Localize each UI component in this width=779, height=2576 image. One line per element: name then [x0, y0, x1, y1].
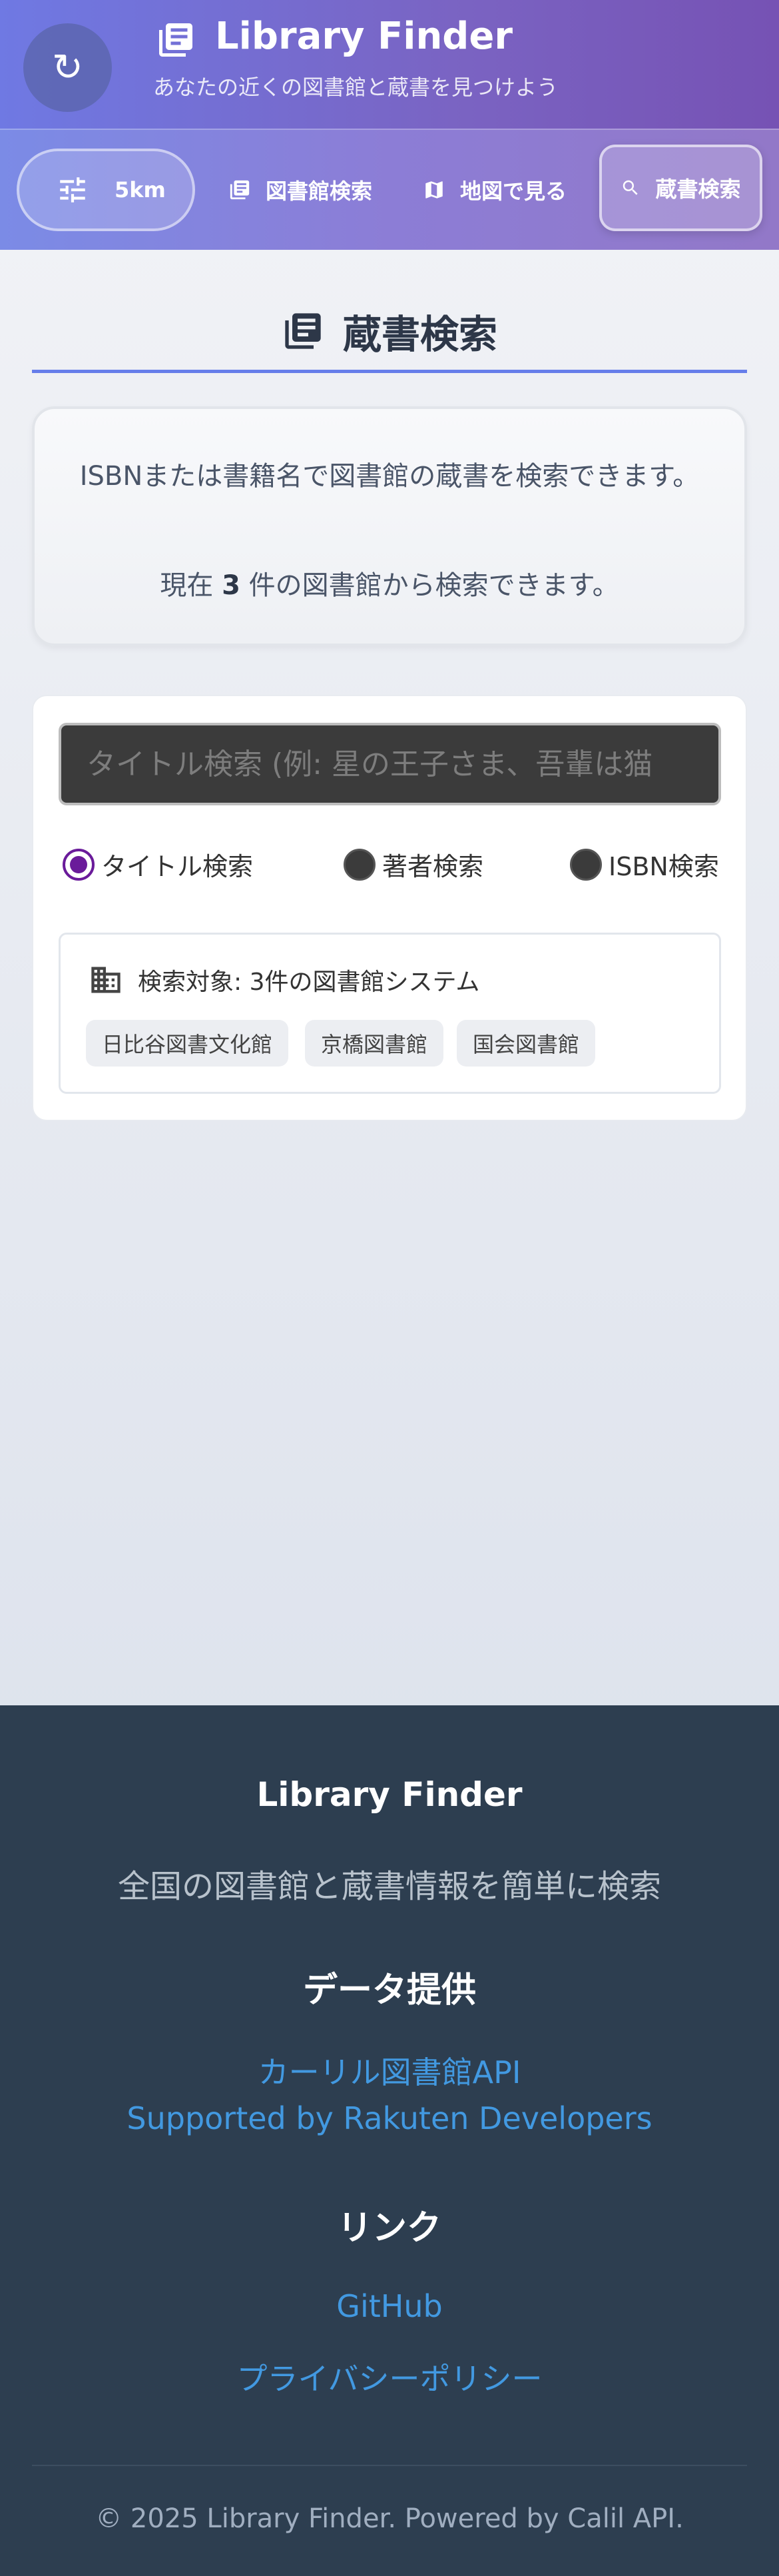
radio-label: ISBN検索 [609, 852, 719, 881]
library-count-text: 現在 3 件の図書館から検索できます。 [35, 564, 744, 602]
tune-icon [60, 177, 85, 203]
section-title: 蔵書検索 [0, 303, 779, 359]
footer-title: Library Finder [256, 1775, 523, 1814]
search-target-box: 検索対象: 3件の図書館システム 日比谷図書文化館 京橋図書館 国会図書館 [59, 933, 721, 1094]
library-books-icon [285, 313, 321, 349]
calil-api-link[interactable]: カーリル図書館API [0, 2048, 779, 2092]
section-title-text: 蔵書検索 [342, 312, 497, 357]
radio-author-search[interactable]: 著者検索 [344, 846, 483, 883]
search-target-label: 検索対象: 3件の図書館システム [138, 969, 480, 996]
radio-isbn-search[interactable]: ISBN検索 [570, 846, 719, 883]
nav-bar: 5km 図書館検索 地図で見る 蔵書検索 [0, 129, 779, 250]
radio-label: タイトル検索 [101, 852, 254, 881]
footer-data-heading: データ提供 [302, 1970, 476, 2010]
library-chip: 国会図書館 [457, 1020, 596, 1067]
search-card: タイトル検索 著者検索 ISBN検索 検索対象: 3件の図書館システム 日比谷図… [32, 695, 747, 1121]
github-link[interactable]: GitHub [0, 2288, 779, 2324]
count-suffix: 件の図書館から検索できます。 [240, 570, 619, 601]
app-subtitle: あなたの近くの図書館と蔵書を見つけよう [153, 75, 559, 100]
nav-book-search[interactable]: 蔵書検索 [599, 145, 762, 231]
copyright: © 2025 Library Finder. Powered by Calil … [95, 2503, 684, 2534]
privacy-policy-link[interactable]: プライバシーポリシー [0, 2355, 779, 2399]
building-icon [91, 967, 121, 993]
radio-title-search[interactable]: タイトル検索 [63, 846, 253, 883]
footer-divider [32, 2465, 747, 2466]
search-radius-value: 5km [115, 177, 166, 203]
nav-map-view[interactable]: 地図で見る [423, 149, 567, 231]
book-search-input[interactable] [59, 723, 721, 805]
count-prefix: 現在 [160, 570, 222, 601]
title-divider [32, 370, 747, 373]
nav-library-search[interactable]: 図書館検索 [228, 149, 372, 231]
footer-description: 全国の図書館と蔵書情報を簡単に検索 [117, 1868, 661, 1905]
nav-library-search-label: 図書館検索 [266, 179, 373, 204]
app-header: ↻ Library Finder あなたの近くの図書館と蔵書を見つけよう [0, 0, 779, 129]
nav-map-view-label: 地図で見る [460, 179, 567, 204]
app-title: Library Finder [215, 15, 513, 58]
library-books-icon [230, 180, 250, 200]
map-icon [425, 181, 443, 199]
search-target-header: 検索対象: 3件の図書館システム [89, 963, 479, 997]
search-radius-button[interactable]: 5km [17, 149, 195, 231]
refresh-icon: ↻ [52, 46, 83, 89]
rakuten-developers-link[interactable]: Supported by Rakuten Developers [0, 2100, 779, 2136]
library-chip: 日比谷図書文化館 [86, 1020, 289, 1067]
info-card: ISBNまたは書籍名で図書館の蔵書を検索できます。 現在 3 件の図書館から検索… [32, 406, 747, 646]
nav-book-search-label: 蔵書検索 [655, 177, 741, 202]
radio-button[interactable] [344, 848, 376, 881]
library-count: 3 [222, 570, 240, 601]
radio-button[interactable] [570, 848, 602, 881]
library-chip: 京橋図書館 [305, 1020, 444, 1067]
radio-button-selected[interactable] [63, 848, 95, 881]
footer: Library Finder 全国の図書館と蔵書情報を簡単に検索 データ提供 カ… [0, 1705, 779, 2576]
library-books-icon [159, 23, 192, 57]
info-description: ISBNまたは書籍名で図書館の蔵書を検索できます。 [79, 461, 700, 492]
radio-label: 著者検索 [382, 852, 484, 881]
footer-links-heading: リンク [337, 2208, 441, 2248]
search-icon [623, 180, 639, 195]
refresh-button[interactable]: ↻ [23, 23, 112, 112]
